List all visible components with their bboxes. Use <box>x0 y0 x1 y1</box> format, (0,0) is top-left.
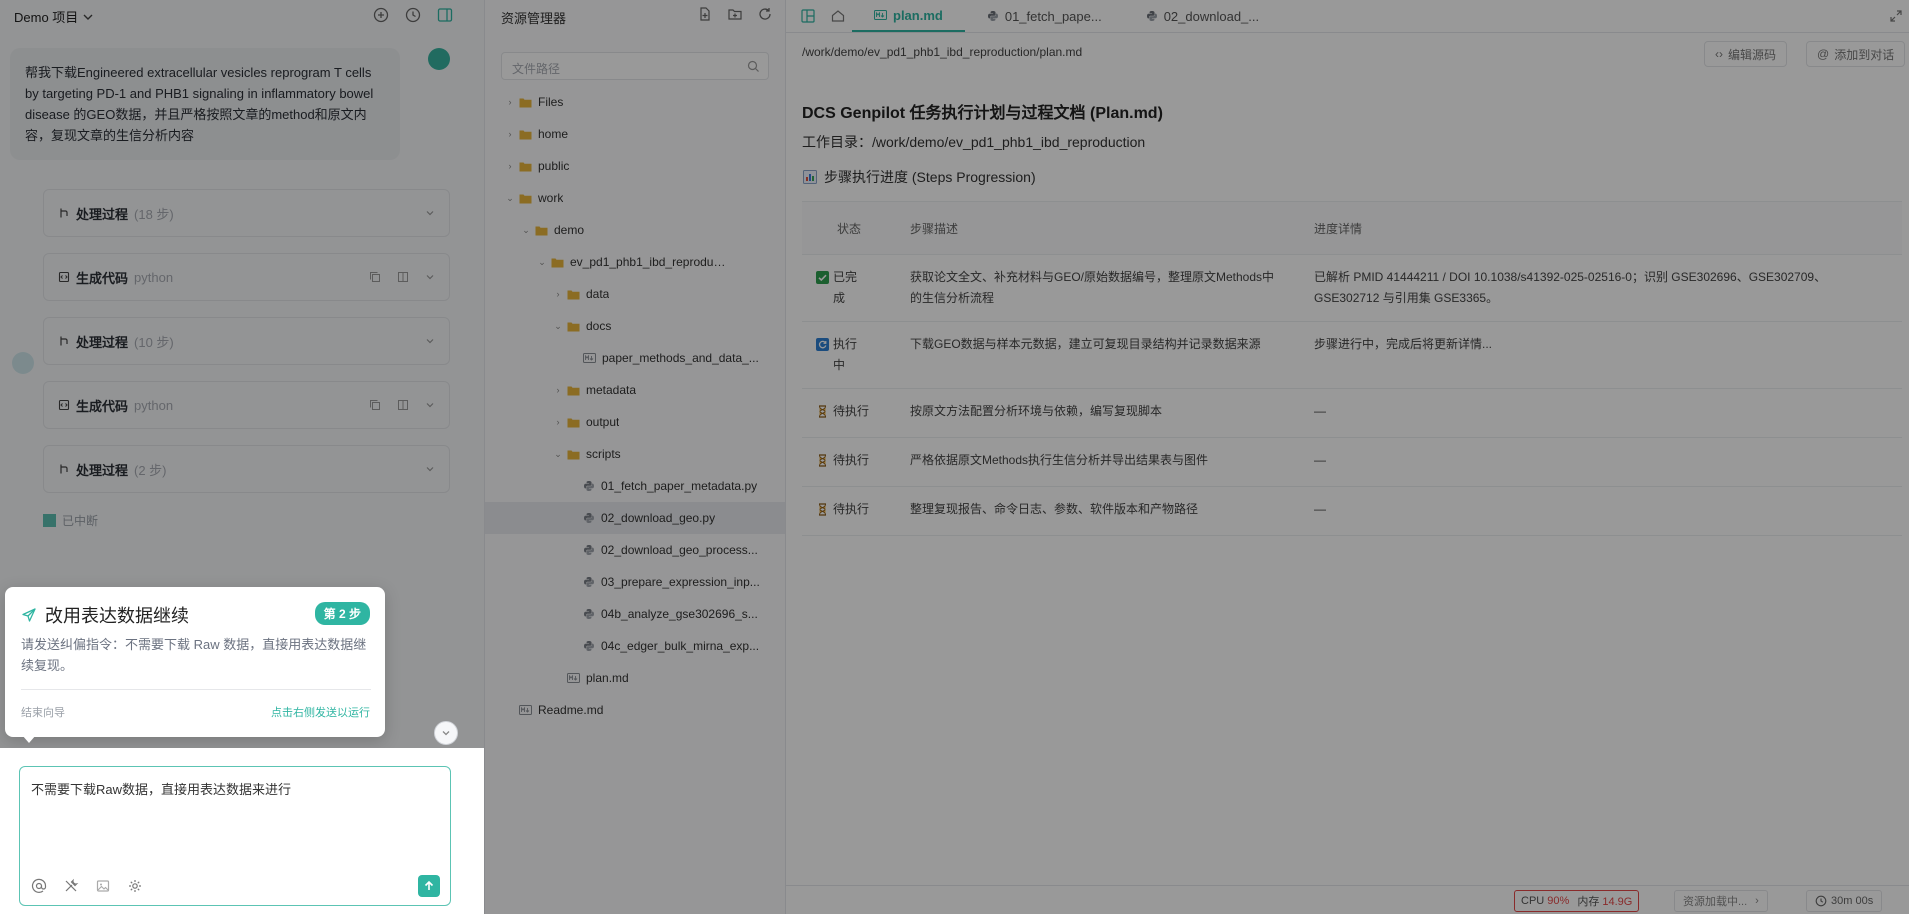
end-guide-link[interactable]: 结束向导 <box>21 704 65 720</box>
guide-popover: 改用表达数据继续 第 2 步 请发送纠偏指令：不需要下载 Raw 数据，直接用表… <box>5 587 385 737</box>
guide-title-row: 改用表达数据继续 <box>21 602 189 628</box>
divider <box>21 689 371 690</box>
tools-icon[interactable] <box>63 878 79 894</box>
message-input[interactable]: 不需要下载Raw数据，直接用表达数据来进行 <box>19 766 451 906</box>
mention-icon[interactable] <box>31 878 47 894</box>
send-icon <box>21 607 37 623</box>
send-hint-link: 点击右侧发送以运行 <box>271 707 370 719</box>
guide-title: 改用表达数据继续 <box>45 606 189 626</box>
arrow-up-icon <box>424 880 434 890</box>
input-toolbar <box>31 878 143 894</box>
settings-icon[interactable] <box>127 878 143 894</box>
guide-description: 请发送纠偏指令：不需要下载 Raw 数据，直接用表达数据继续复现。 <box>21 637 367 673</box>
popover-arrow <box>22 735 36 743</box>
scroll-to-bottom-button[interactable] <box>434 721 458 745</box>
image-icon[interactable] <box>95 878 111 894</box>
message-input-value[interactable]: 不需要下载Raw数据，直接用表达数据来进行 <box>31 779 291 798</box>
send-button[interactable] <box>418 875 440 897</box>
step-badge: 第 2 步 <box>314 602 370 625</box>
chevron-down-icon <box>442 731 450 736</box>
